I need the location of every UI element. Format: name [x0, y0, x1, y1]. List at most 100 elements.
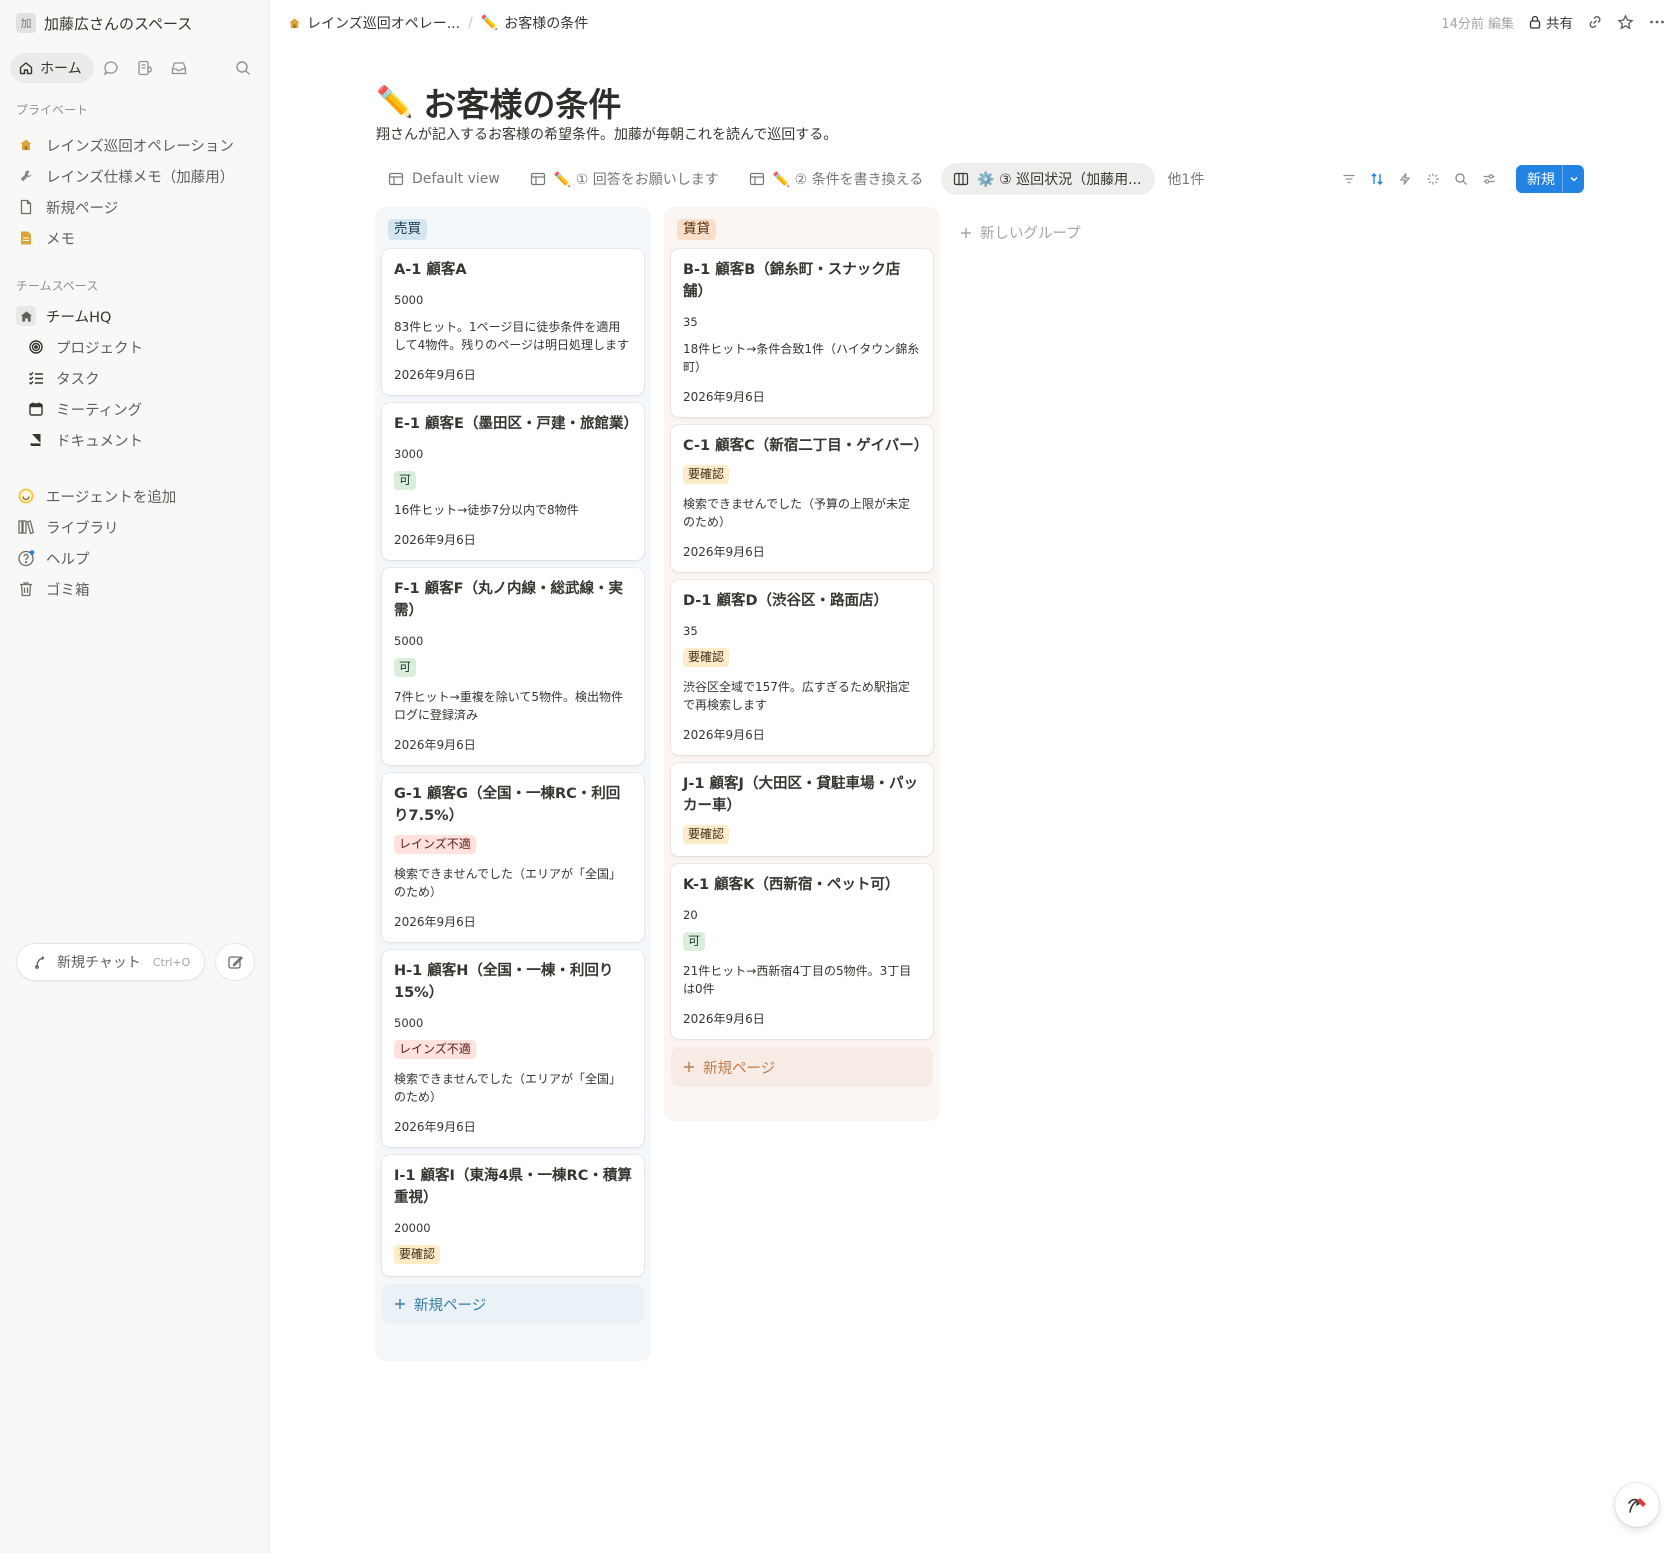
- board-card[interactable]: H-1 顧客H（全国・一棟・利回り15%） 5000 レインズ不適 検索できませ…: [382, 950, 644, 1147]
- sidebar-item-new-page[interactable]: 新規ページ: [16, 194, 118, 220]
- new-group-button[interactable]: 新しいグループ: [960, 222, 1081, 243]
- table-icon: [530, 172, 545, 186]
- team-section-label: チームスペース: [16, 279, 99, 293]
- board-card[interactable]: B-1 顧客B（錦糸町・スナック店舗） 35 18件ヒット→条件合致1件（ハイタ…: [671, 249, 933, 417]
- agent-icon: [16, 486, 36, 506]
- share-button[interactable]: 共有: [1528, 12, 1573, 32]
- chevron-down-icon[interactable]: [1562, 165, 1584, 193]
- card-title: F-1 顧客F（丸ノ内線・総武線・実需）: [394, 581, 624, 619]
- page-emoji[interactable]: ✏️: [376, 85, 413, 120]
- add-page-button[interactable]: 新規ページ: [382, 1284, 644, 1324]
- link-icon[interactable]: [1587, 14, 1603, 30]
- board-column-sales: 売買 A-1 顧客A 5000 83件ヒット。1ページ目に徒歩条件を適用して4物…: [375, 207, 651, 1361]
- add-page-label: 新規ページ: [414, 1297, 487, 1314]
- sidebar-item-library[interactable]: ライブラリ: [16, 514, 119, 540]
- search-icon[interactable]: [1452, 170, 1470, 188]
- column-header[interactable]: 賃貸: [677, 219, 716, 240]
- card-date: 2026年9月6日: [394, 1120, 476, 1134]
- status-badge: 可: [394, 658, 417, 677]
- card-note: 検索できませんでした（エリアが「全国」のため）: [394, 867, 622, 899]
- card-note: 7件ヒット→重複を除いて5物件。検出物件ログに登録済み: [394, 690, 623, 722]
- column-header[interactable]: 売買: [388, 219, 427, 240]
- sidebar-item-help[interactable]: ヘルプ: [16, 545, 90, 571]
- inbox-icon[interactable]: [162, 53, 196, 83]
- status-badge: 要確認: [683, 648, 730, 667]
- sidebar-item-label: 新規ページ: [46, 200, 119, 217]
- card-title: I-1 顧客I（東海4県・一棟RC・積算重視）: [394, 1168, 632, 1206]
- add-page-button[interactable]: 新規ページ: [671, 1047, 933, 1087]
- card-date: 2026年9月6日: [683, 390, 765, 404]
- page-description[interactable]: 翔さんが記入するお客様の希望条件。加藤が毎朝これを読んで巡回する。: [376, 124, 837, 144]
- card-date: 2026年9月6日: [683, 728, 765, 742]
- sidebar-item-team-hq[interactable]: チームHQ: [16, 303, 111, 329]
- home-button[interactable]: ホーム: [10, 53, 94, 83]
- compose-button[interactable]: [215, 943, 255, 981]
- new-group-label: 新しいグループ: [980, 226, 1081, 242]
- new-chat-button[interactable]: 新規チャット Ctrl+O: [16, 943, 205, 981]
- board-card[interactable]: K-1 顧客K（西新宿・ペット可） 20 可 21件ヒット→西新宿4丁目の5物件…: [671, 864, 933, 1039]
- new-button[interactable]: 新規: [1516, 165, 1584, 193]
- home-icon: [19, 62, 33, 75]
- ai-assistant-button[interactable]: [1615, 1483, 1659, 1527]
- sort-icon[interactable]: [1368, 170, 1386, 188]
- settings-sliders-icon[interactable]: [1480, 170, 1498, 188]
- status-badge: 可: [683, 932, 706, 951]
- page-title[interactable]: ✏️ お客様の条件: [376, 80, 622, 125]
- status-badge: 要確認: [683, 465, 730, 484]
- sidebar-item-trash[interactable]: ゴミ箱: [16, 576, 90, 602]
- breadcrumb-parent[interactable]: レインズ巡回オペレー...: [307, 13, 460, 33]
- board-card[interactable]: G-1 顧客G（全国・一棟RC・利回り7.5%） レインズ不適 検索できませんで…: [382, 773, 644, 942]
- board-card[interactable]: I-1 顧客I（東海4県・一棟RC・積算重視） 20000 要確認: [382, 1155, 644, 1276]
- board-card[interactable]: C-1 顧客C（新宿二丁目・ゲイバー） 要確認 検索できませんでした（予算の上限…: [671, 425, 933, 572]
- status-badge: 要確認: [394, 1245, 441, 1264]
- more-views[interactable]: 他1件: [1159, 169, 1204, 189]
- card-title: H-1 顧客H（全国・一棟・利回り15%）: [394, 963, 614, 1001]
- tab-default-view[interactable]: Default view: [376, 163, 514, 195]
- tab-label: ⚙️ ③ 巡回状況（加藤用...: [977, 172, 1142, 188]
- board-card[interactable]: J-1 顧客J（大田区・貸駐車場・パッカー車） 要確認: [671, 763, 933, 856]
- more-icon[interactable]: [1648, 13, 1666, 31]
- sidebar-item-documents[interactable]: ドキュメント: [26, 427, 143, 453]
- topbar-actions: 14分前 編集 共有: [1441, 10, 1666, 34]
- board-card[interactable]: A-1 顧客A 5000 83件ヒット。1ページ目に徒歩条件を適用して4物件。残…: [382, 249, 644, 395]
- workspace-avatar: 加: [16, 13, 36, 33]
- sidebar-item-projects[interactable]: プロジェクト: [26, 334, 143, 360]
- board-card[interactable]: D-1 顧客D（渋谷区・路面店） 35 要確認 渋谷区全域で157件。広すぎるた…: [671, 580, 933, 755]
- home-label: ホーム: [40, 61, 82, 77]
- sidebar-item-tasks[interactable]: タスク: [26, 365, 100, 391]
- tab-answer-request[interactable]: ✏️ ① 回答をお願いします: [518, 163, 733, 195]
- sidebar-item-label: タスク: [56, 371, 100, 388]
- tab-label: ✏️ ② 条件を書き換える: [772, 172, 924, 188]
- sidebar-item-label: ヘルプ: [46, 551, 90, 568]
- chat-icon[interactable]: [94, 53, 128, 83]
- tab-rewrite-conditions[interactable]: ✏️ ② 条件を書き換える: [737, 163, 937, 195]
- board-card[interactable]: E-1 顧客E（墨田区・戸建・旅館業） 3000 可 16件ヒット→徒歩7分以内…: [382, 403, 644, 560]
- sidebar-item-memo[interactable]: メモ: [16, 225, 75, 251]
- breadcrumb: レインズ巡回オペレー... / ✏️ お客様の条件: [288, 12, 588, 34]
- plus-icon: [395, 1299, 405, 1309]
- card-title: B-1 顧客B（錦糸町・スナック店舗）: [683, 262, 901, 300]
- sidebar-item-meetings[interactable]: ミーティング: [26, 396, 142, 422]
- page-title-text: お客様の条件: [423, 85, 622, 124]
- ai-sparkle-icon[interactable]: [1424, 170, 1442, 188]
- workspace-switcher[interactable]: 加 加藤広さんのスペース: [16, 12, 192, 34]
- compose-icon: [227, 955, 243, 969]
- tab-patrol-status[interactable]: ⚙️ ③ 巡回状況（加藤用...: [941, 163, 1156, 195]
- search-icon[interactable]: [226, 53, 260, 83]
- sidebar-item-label: ゴミ箱: [46, 582, 90, 599]
- automation-icon[interactable]: [1396, 170, 1414, 188]
- board-card[interactable]: F-1 顧客F（丸ノ内線・総武線・実需） 5000 可 7件ヒット→重複を除いて…: [382, 568, 644, 765]
- filter-icon[interactable]: [1340, 170, 1358, 188]
- sidebar-item-reins-spec-memo[interactable]: レインズ仕様メモ（加藤用）: [16, 163, 234, 189]
- sidebar-item-reins-operation[interactable]: レインズ巡回オペレーション: [16, 132, 234, 158]
- breadcrumb-current[interactable]: お客様の条件: [504, 13, 588, 33]
- meeting-notes-icon[interactable]: [128, 53, 162, 83]
- chat-sparkle-icon: [35, 956, 45, 969]
- view-tabs: Default view ✏️ ① 回答をお願いします ✏️ ② 条件を書き換え…: [376, 163, 1204, 195]
- checklist-icon: [26, 368, 46, 388]
- card-title: D-1 顧客D（渋谷区・路面店）: [683, 593, 888, 609]
- sidebar-item-add-agent[interactable]: エージェントを追加: [16, 483, 176, 509]
- trash-icon: [16, 579, 36, 599]
- star-icon[interactable]: [1617, 13, 1634, 31]
- house-icon: [16, 135, 36, 155]
